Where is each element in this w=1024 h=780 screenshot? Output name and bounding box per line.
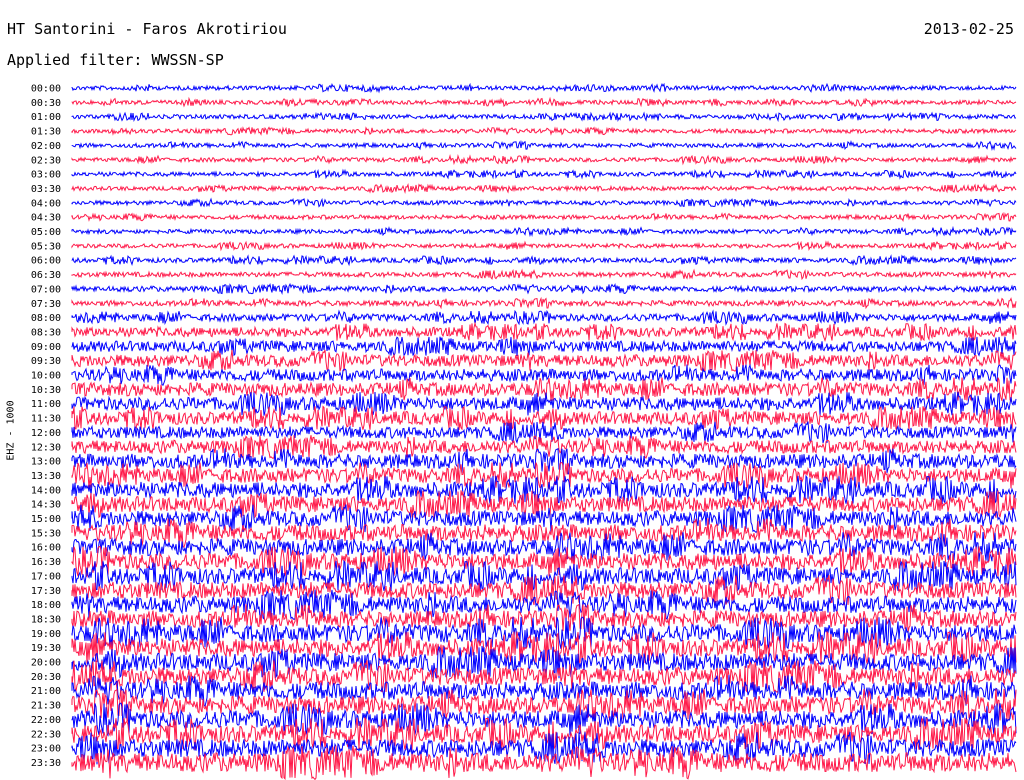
time-tick-label: 13:00 (31, 457, 61, 468)
time-tick-label: 18:30 (31, 614, 61, 625)
time-tick-label: 03:00 (31, 170, 61, 181)
time-tick-label: 10:00 (31, 371, 61, 382)
seismic-trace (71, 296, 1017, 310)
time-tick-label: 06:00 (31, 256, 61, 267)
seismic-trace (71, 154, 1017, 166)
seismic-trace (71, 321, 1017, 342)
seismic-trace (71, 447, 1017, 475)
time-tick-label: 22:00 (31, 715, 61, 726)
time-tick-label: 05:00 (31, 227, 61, 238)
time-tick-label: 00:30 (31, 98, 61, 109)
time-tick-label: 09:00 (31, 342, 61, 353)
seismic-trace (71, 405, 1017, 431)
time-tick-label: 20:00 (31, 658, 61, 669)
seismic-trace (71, 349, 1017, 372)
seismic-trace (71, 240, 1017, 252)
time-tick-label: 23:00 (31, 744, 61, 755)
seismic-trace (71, 197, 1017, 208)
time-tick-label: 04:30 (31, 213, 61, 224)
seismic-trace (71, 126, 1017, 136)
time-tick-label: 14:30 (31, 500, 61, 511)
seismic-trace (71, 225, 1017, 238)
time-tick-label: 11:00 (31, 399, 61, 410)
time-tick-label: 02:00 (31, 141, 61, 152)
time-tick-label: 20:30 (31, 672, 61, 683)
time-tick-label: 13:30 (31, 471, 61, 482)
seismic-trace (71, 168, 1017, 180)
time-tick-label: 16:00 (31, 543, 61, 554)
time-tick-label: 15:30 (31, 528, 61, 539)
seismogram-chart: 00:00 00:30 01:00 01:30 02:00 02:30 03:00 03:30… (31, 82, 1017, 780)
time-tick-label: 17:00 (31, 571, 61, 582)
time-tick-label: 21:00 (31, 686, 61, 697)
time-tick-label: 07:00 (31, 284, 61, 295)
seismic-trace (71, 82, 1017, 94)
seismic-trace (71, 282, 1017, 296)
time-tick-label: 12:30 (31, 442, 61, 453)
time-tick-label: 16:30 (31, 557, 61, 568)
time-tick-label: 19:00 (31, 629, 61, 640)
time-tick-label: 00:00 (31, 84, 61, 95)
time-tick-label: 15:00 (31, 514, 61, 525)
time-tick-label: 10:30 (31, 385, 61, 396)
seismic-trace (71, 616, 1017, 651)
seismic-trace (71, 183, 1017, 195)
time-tick-label: 07:30 (31, 299, 61, 310)
time-tick-label: 18:00 (31, 600, 61, 611)
time-tick-label: 12:00 (31, 428, 61, 439)
time-tick-label: 22:30 (31, 729, 61, 740)
time-tick-label: 06:30 (31, 270, 61, 281)
time-tick-label: 04:00 (31, 198, 61, 209)
time-tick-label: 09:30 (31, 356, 61, 367)
time-tick-label: 03:30 (31, 184, 61, 195)
time-tick-label: 11:30 (31, 414, 61, 425)
seismic-trace (71, 309, 1017, 326)
time-tick-label: 23:30 (31, 758, 61, 769)
seismic-trace (71, 111, 1017, 123)
time-tick-label: 01:30 (31, 127, 61, 138)
seismic-trace (71, 268, 1017, 281)
time-tick-label: 08:30 (31, 327, 61, 338)
time-tick-label: 21:30 (31, 701, 61, 712)
time-tick-label: 17:30 (31, 586, 61, 597)
time-tick-label: 05:30 (31, 241, 61, 252)
seismic-trace (71, 391, 1017, 417)
seismic-trace (71, 254, 1017, 267)
time-tick-label: 19:30 (31, 643, 61, 654)
seismic-trace (71, 140, 1017, 152)
time-tick-label: 08:00 (31, 313, 61, 324)
seismic-trace (71, 211, 1017, 222)
time-tick-label: 14:00 (31, 485, 61, 496)
time-tick-label: 01:00 (31, 112, 61, 123)
seismic-trace (71, 96, 1017, 108)
time-tick-label: 02:30 (31, 155, 61, 166)
